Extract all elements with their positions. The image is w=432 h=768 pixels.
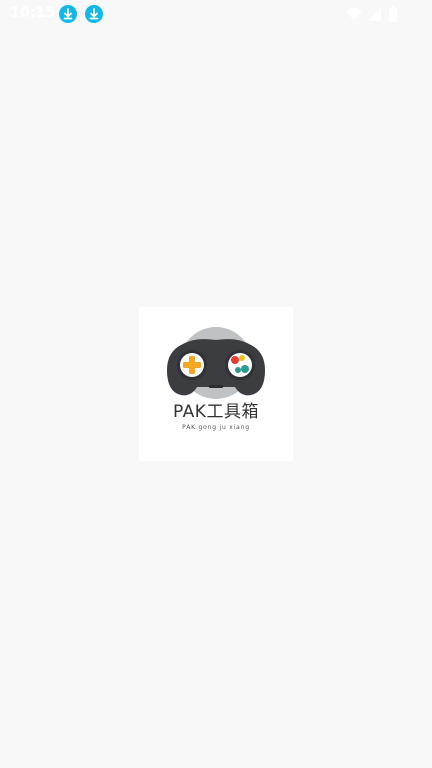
- download-icon: [59, 5, 77, 23]
- splash-logo: PAK工具箱 PAK gong ju xiang: [139, 307, 293, 461]
- logo-title: PAK工具箱: [173, 402, 259, 422]
- gamepad-icon: [167, 327, 265, 399]
- download-icon: [85, 5, 103, 23]
- logo-subtitle: PAK gong ju xiang: [182, 424, 250, 431]
- cell-signal-icon: [366, 5, 382, 23]
- wifi-icon: [345, 5, 363, 23]
- status-bar: 10:15: [0, 0, 432, 28]
- battery-icon: [388, 5, 398, 23]
- status-time: 10:15: [10, 5, 56, 21]
